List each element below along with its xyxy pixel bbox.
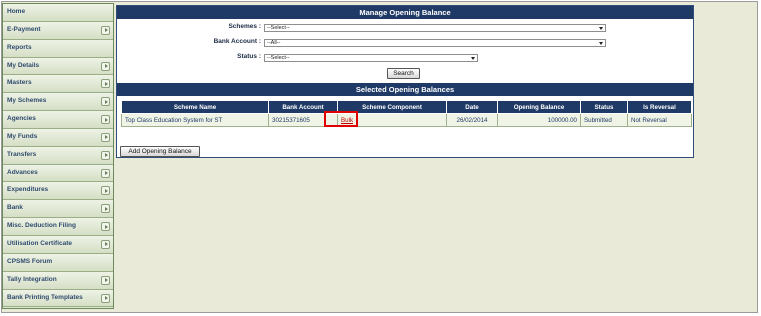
column-is-reversal: Is Reversal	[627, 100, 692, 114]
sidebar-item-label: Masters	[7, 79, 32, 87]
sidebar-item-expenditures[interactable]: Expenditures	[3, 182, 113, 201]
sidebar-item-tally-integration[interactable]: Tally Integration	[3, 271, 113, 290]
sidebar-item-masters[interactable]: Masters	[3, 75, 113, 94]
chevron-right-icon	[101, 61, 110, 71]
table-row: Top Class Education System for ST 302153…	[121, 113, 692, 127]
sidebar-item-label: Transfers	[7, 150, 37, 158]
sidebar-item-label: Utilisation Certificate	[7, 239, 73, 247]
cell-is-reversal: Not Reversal	[627, 113, 692, 127]
column-scheme-name: Scheme Name	[121, 100, 269, 114]
status-select[interactable]: --Select--	[264, 54, 478, 62]
sidebar-item-my-details[interactable]: My Details	[3, 57, 113, 76]
sidebar-item-bank[interactable]: Bank	[3, 200, 113, 219]
status-select-value: --Select--	[267, 55, 290, 61]
manage-opening-balance-panel: Manage Opening Balance Schemes : --Selec…	[116, 5, 694, 158]
chevron-right-icon	[101, 222, 110, 232]
sidebar-item-reports[interactable]: Reports	[3, 39, 113, 58]
cell-date: 26/02/2014	[446, 113, 498, 127]
sidebar: Home E-Payment Reports My Details Masters My …	[2, 3, 114, 309]
sidebar-item-misc-deduction-filing[interactable]: Misc. Deduction Filing	[3, 218, 113, 236]
bank-account-label: Bank Account :	[213, 38, 261, 45]
chevron-right-icon	[101, 239, 110, 249]
chevron-right-icon	[101, 168, 110, 178]
chevron-down-icon	[471, 57, 475, 60]
chevron-right-icon	[101, 293, 110, 303]
sidebar-item-label: Misc. Deduction Filing	[7, 222, 76, 230]
sidebar-item-my-funds[interactable]: My Funds	[3, 128, 113, 147]
sidebar-item-label: CPSMS Forum	[7, 257, 53, 265]
cell-scheme-name: Top Class Education System for ST	[121, 113, 269, 127]
column-date: Date	[446, 100, 498, 114]
sidebar-item-cpsms-forum[interactable]: CPSMS Forum	[3, 253, 113, 272]
sidebar-item-label: My Schemes	[7, 97, 47, 105]
chevron-right-icon	[101, 25, 110, 35]
sidebar-item-label: Reports	[7, 43, 32, 51]
sidebar-item-label: Agencies	[7, 115, 36, 123]
chevron-right-icon	[101, 132, 110, 142]
sidebar-item-utilisation-certificate[interactable]: Utilisation Certificate	[3, 235, 113, 254]
sidebar-item-label: Tally Integration	[7, 275, 57, 283]
column-opening-balance: Opening Balance	[497, 100, 581, 114]
cell-status: Submitted	[580, 113, 628, 127]
bank-account-select-value: --All--	[267, 40, 281, 46]
sidebar-item-label: E-Payment	[7, 25, 41, 33]
sidebar-item-my-schemes[interactable]: My Schemes	[3, 93, 113, 112]
chevron-right-icon	[101, 186, 110, 196]
chevron-right-icon	[101, 79, 110, 89]
schemes-label: Schemes :	[228, 23, 261, 30]
chevron-right-icon	[101, 204, 110, 214]
manage-header: Manage Opening Balance	[117, 6, 693, 19]
chevron-right-icon	[101, 275, 110, 285]
sidebar-item-label: Expenditures	[7, 186, 49, 194]
sidebar-item-label: Bank	[7, 204, 23, 212]
add-opening-balance-button[interactable]: Add Opening Balance	[120, 146, 200, 157]
sidebar-item-label: Bank Printing Templates	[7, 293, 83, 301]
chevron-down-icon	[599, 27, 603, 30]
search-button[interactable]: Search	[387, 68, 420, 79]
sidebar-item-label: My Funds	[7, 132, 38, 140]
status-label: Status :	[237, 53, 261, 60]
sidebar-item-transfers[interactable]: Transfers	[3, 146, 113, 165]
chevron-right-icon	[101, 97, 110, 107]
sidebar-item-label: Home	[7, 8, 26, 15]
selected-header: Selected Opening Balances	[117, 83, 693, 96]
cell-opening-balance: 100000.00	[497, 113, 581, 127]
sidebar-item-agencies[interactable]: Agencies	[3, 111, 113, 129]
table-header-row: Scheme Name Bank Account Scheme Componen…	[121, 100, 692, 114]
schemes-select[interactable]: --Select--	[264, 24, 606, 32]
schemes-select-value: --Select--	[267, 25, 290, 31]
chevron-down-icon	[599, 42, 603, 45]
sidebar-item-e-payment[interactable]: E-Payment	[3, 21, 113, 40]
column-status: Status	[580, 100, 628, 114]
sidebar-item-home[interactable]: Home	[3, 4, 113, 22]
sidebar-item-bank-printing-templates[interactable]: Bank Printing Templates	[3, 289, 113, 308]
chevron-right-icon	[101, 150, 110, 160]
opening-balance-table: Scheme Name Bank Account Scheme Componen…	[121, 100, 692, 127]
chevron-right-icon	[101, 115, 110, 125]
sidebar-item-label: Advances	[7, 168, 38, 176]
highlight-box	[324, 111, 358, 127]
sidebar-item-label: My Details	[7, 61, 40, 69]
sidebar-item-advances[interactable]: Advances	[3, 164, 113, 183]
bank-account-select[interactable]: --All--	[264, 39, 606, 47]
